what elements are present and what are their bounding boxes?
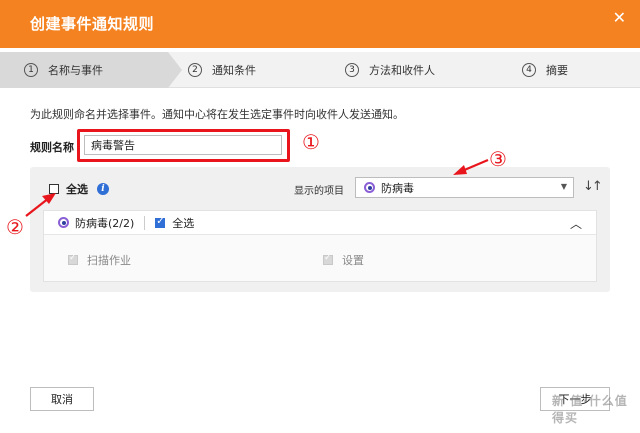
dropdown-value: 防病毒 <box>381 181 414 195</box>
step-arrow-icon <box>168 52 182 88</box>
info-icon[interactable]: i <box>97 183 109 195</box>
step-1-label: 名称与事件 <box>48 64 103 77</box>
divider <box>144 215 146 230</box>
annotation-arrow-3-icon <box>453 158 489 175</box>
step-3: 3 方法和收件人 <box>345 52 435 88</box>
scan-job-label: 扫描作业 <box>87 254 131 267</box>
step-4-number: 4 <box>522 63 536 77</box>
event-group-header[interactable]: 防病毒(2/2) 全选 ︿ <box>44 211 596 235</box>
rule-name-label: 规则名称 <box>30 141 74 154</box>
settings-label: 设置 <box>342 254 364 267</box>
step-1: 1 名称与事件 <box>0 52 168 88</box>
step-4-label: 摘要 <box>546 64 568 77</box>
step-2-label: 通知条件 <box>212 64 256 77</box>
annotation-number-2: ② <box>6 215 24 239</box>
shown-items-label: 显示的项目 <box>294 186 344 197</box>
antivirus-icon <box>58 217 69 228</box>
select-all-label: 全选 <box>66 183 88 196</box>
settings-checkbox[interactable] <box>323 253 333 265</box>
event-group-name: 防病毒(2/2) <box>75 216 135 230</box>
step-indicator: 1 名称与事件 2 通知条件 3 方法和收件人 4 摘要 <box>0 52 640 88</box>
step-2-number: 2 <box>188 63 202 77</box>
caret-down-icon: ▼ <box>560 182 567 191</box>
step-3-label: 方法和收件人 <box>369 64 435 77</box>
group-select-all-checkbox[interactable] <box>155 216 166 228</box>
event-item-scan-job: 扫描作业 <box>68 252 131 268</box>
close-icon[interactable]: ✕ <box>613 10 626 26</box>
event-item-settings: 设置 <box>323 252 364 268</box>
scan-job-checkbox[interactable] <box>68 253 78 265</box>
cancel-button[interactable]: 取消 <box>30 387 94 411</box>
annotation-highlight-box <box>77 129 290 162</box>
annotation-number-1: ① <box>302 130 320 154</box>
group-select-all-label: 全选 <box>172 216 195 230</box>
description-text: 为此规则命名并选择事件。通知中心将在发生选定事件时向收件人发送通知。 <box>30 108 404 121</box>
title-bar: 创建事件通知规则 ✕ <box>0 0 640 48</box>
sort-icon[interactable]: ↓↑ <box>583 179 603 194</box>
shown-items-dropdown[interactable]: 防病毒 ▼ <box>355 177 574 198</box>
step-4: 4 摘要 <box>522 52 568 88</box>
antivirus-icon <box>364 182 375 193</box>
watermark-text: 新 值·什么值得买 <box>552 394 628 425</box>
chevron-up-icon[interactable]: ︿ <box>570 215 582 232</box>
step-3-number: 3 <box>345 63 359 77</box>
step-1-number: 1 <box>24 63 38 77</box>
step-2: 2 通知条件 <box>188 52 256 88</box>
event-group-antivirus: 防病毒(2/2) 全选 ︿ 扫描作业 设置 <box>43 210 597 282</box>
window-title: 创建事件通知规则 <box>30 15 155 33</box>
